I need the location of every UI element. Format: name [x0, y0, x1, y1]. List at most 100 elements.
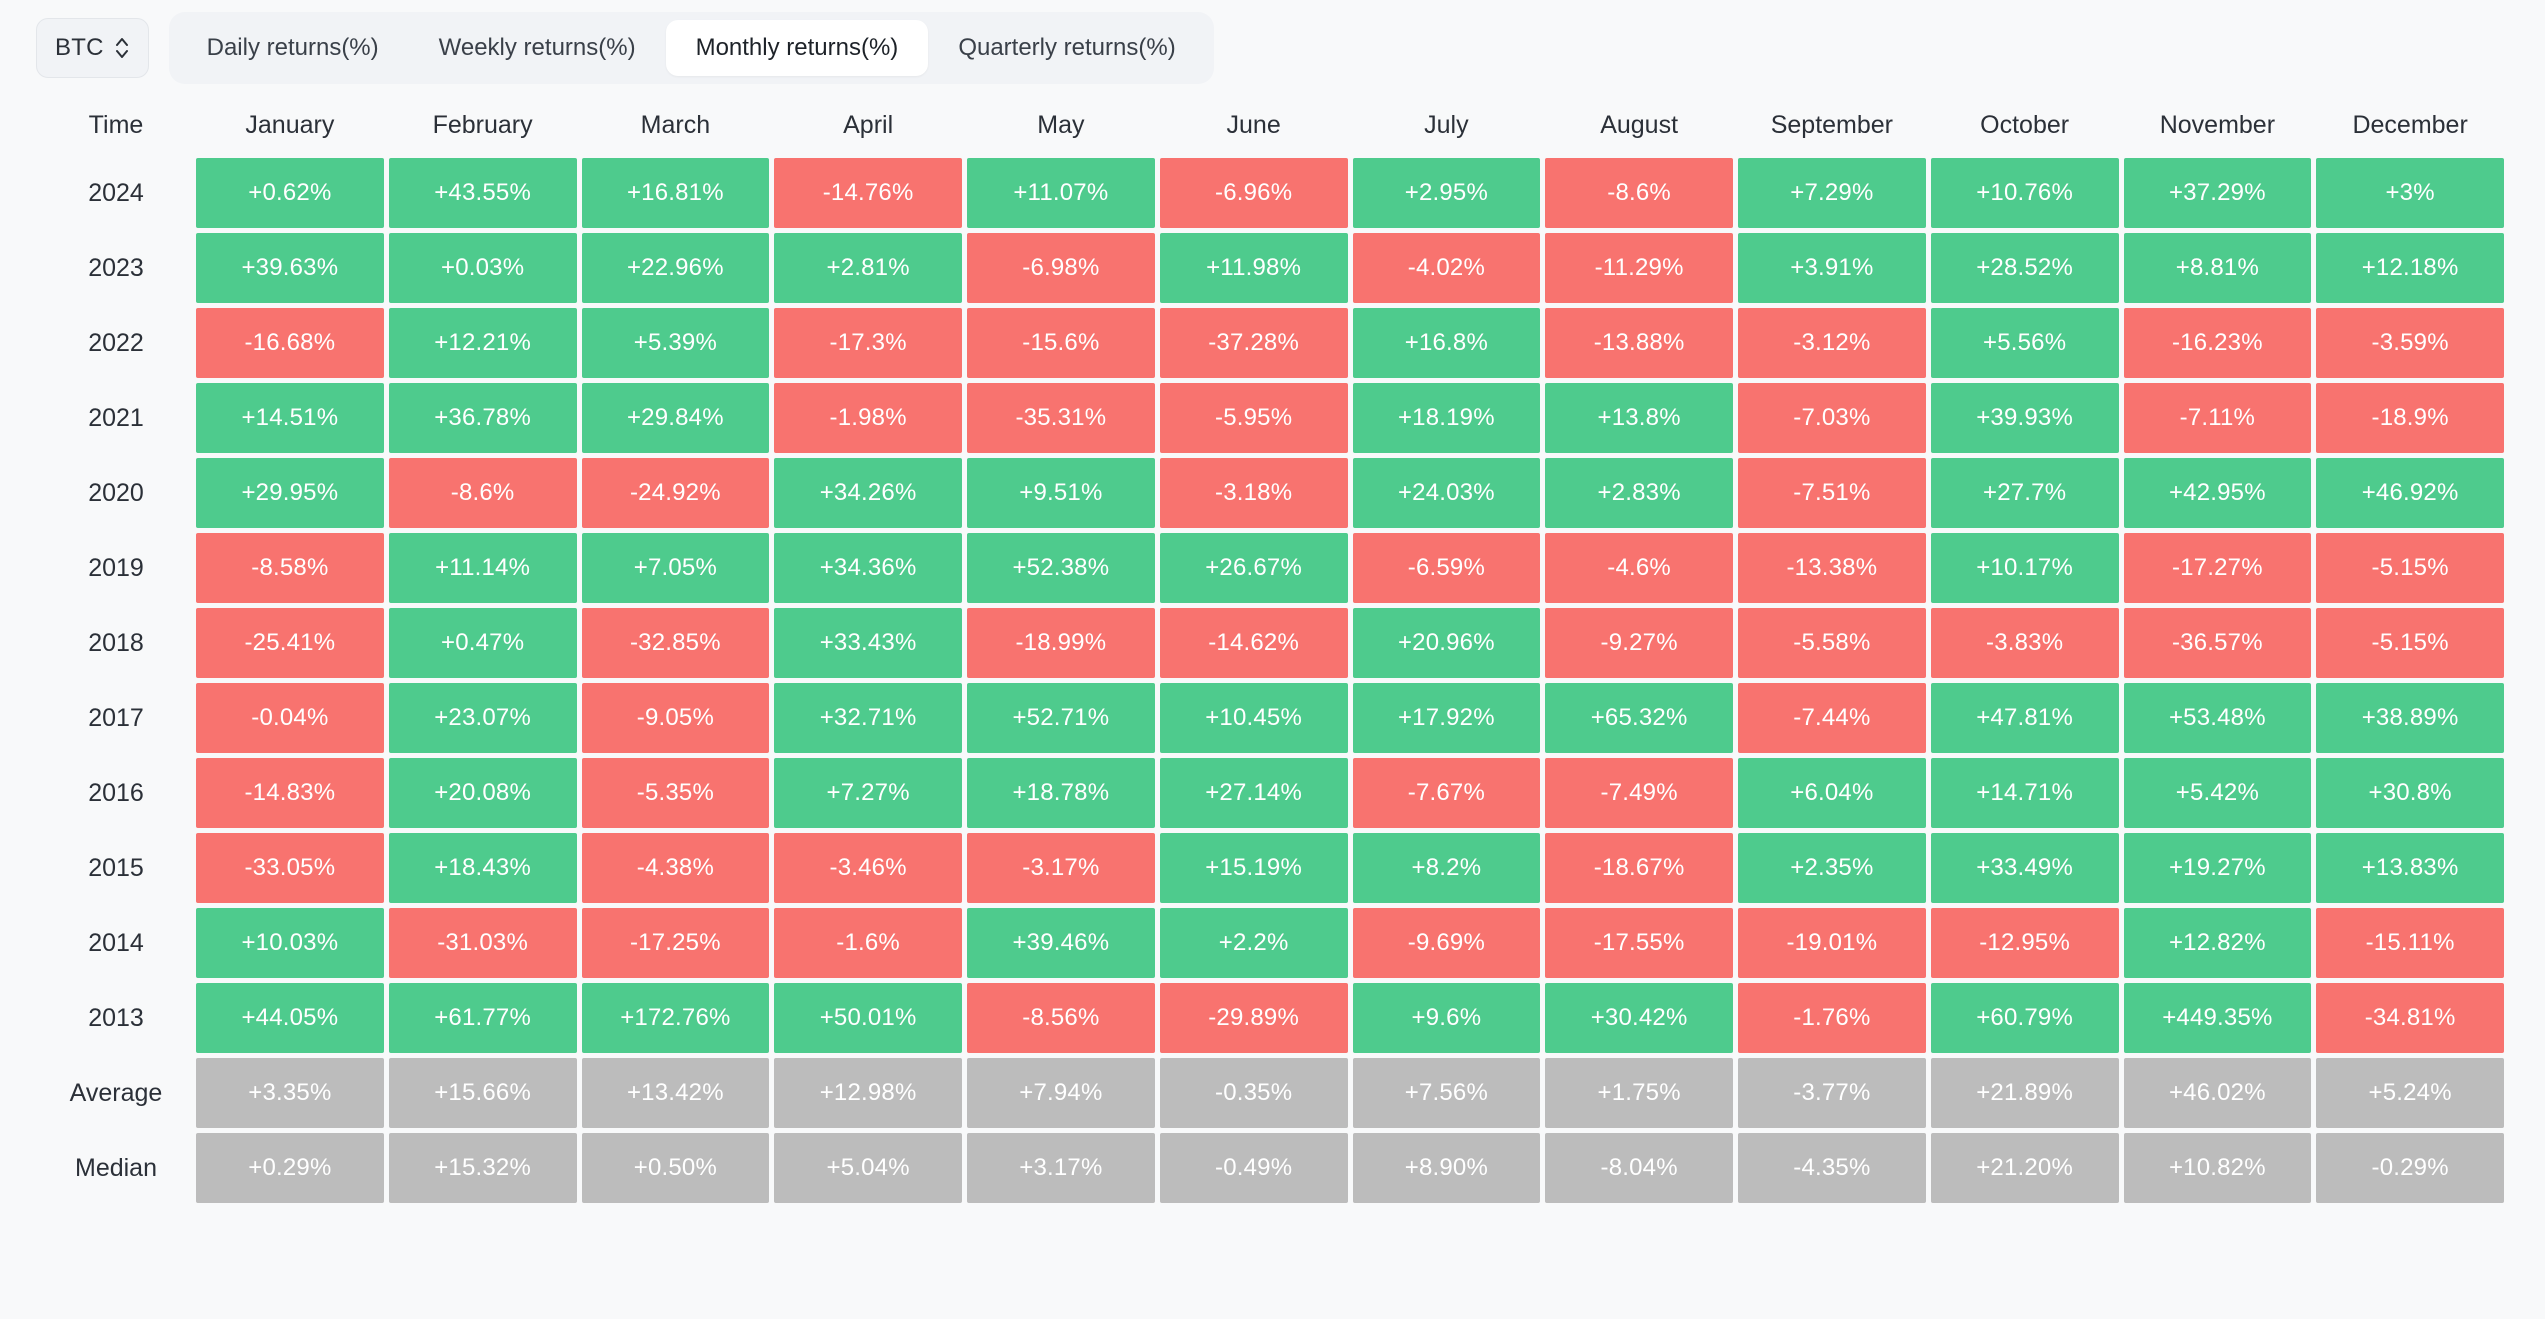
heatmap-cell[interactable]: -7.49%: [1545, 758, 1733, 828]
heatmap-cell[interactable]: +12.98%: [774, 1058, 962, 1128]
heatmap-cell[interactable]: +10.03%: [196, 908, 384, 978]
heatmap-cell[interactable]: -17.3%: [774, 308, 962, 378]
heatmap-cell[interactable]: +18.78%: [967, 758, 1155, 828]
heatmap-cell[interactable]: -9.05%: [581, 683, 770, 753]
heatmap-cell[interactable]: -5.15%: [2316, 608, 2504, 678]
heatmap-cell[interactable]: +5.56%: [1930, 308, 2119, 378]
heatmap-cell[interactable]: +5.42%: [2123, 758, 2312, 828]
heatmap-cell[interactable]: +5.24%: [2316, 1058, 2504, 1128]
heatmap-cell[interactable]: +21.20%: [1930, 1133, 2119, 1203]
heatmap-cell[interactable]: +7.05%: [581, 533, 770, 603]
heatmap-cell[interactable]: +46.92%: [2316, 458, 2504, 528]
heatmap-cell[interactable]: -33.05%: [196, 833, 384, 903]
heatmap-cell[interactable]: -16.23%: [2123, 308, 2312, 378]
heatmap-cell[interactable]: -17.27%: [2123, 533, 2312, 603]
heatmap-cell[interactable]: -3.83%: [1930, 608, 2119, 678]
heatmap-cell[interactable]: -14.83%: [196, 758, 384, 828]
heatmap-cell[interactable]: +11.14%: [388, 533, 577, 603]
heatmap-cell[interactable]: -17.55%: [1545, 908, 1733, 978]
heatmap-cell[interactable]: +0.62%: [196, 158, 384, 228]
heatmap-cell[interactable]: +14.51%: [196, 383, 384, 453]
heatmap-cell[interactable]: -3.46%: [774, 833, 962, 903]
heatmap-cell[interactable]: -6.59%: [1352, 533, 1541, 603]
heatmap-cell[interactable]: -8.56%: [967, 983, 1155, 1053]
heatmap-cell[interactable]: -31.03%: [388, 908, 577, 978]
heatmap-cell[interactable]: +3.17%: [967, 1133, 1155, 1203]
heatmap-cell[interactable]: +53.48%: [2123, 683, 2312, 753]
heatmap-cell[interactable]: -0.35%: [1159, 1058, 1348, 1128]
heatmap-cell[interactable]: +44.05%: [196, 983, 384, 1053]
heatmap-cell[interactable]: -8.6%: [388, 458, 577, 528]
heatmap-cell[interactable]: +3%: [2316, 158, 2504, 228]
heatmap-cell[interactable]: +65.32%: [1545, 683, 1733, 753]
heatmap-cell[interactable]: +18.19%: [1352, 383, 1541, 453]
heatmap-cell[interactable]: +10.82%: [2123, 1133, 2312, 1203]
heatmap-cell[interactable]: -1.98%: [774, 383, 962, 453]
heatmap-cell[interactable]: +32.71%: [774, 683, 962, 753]
heatmap-cell[interactable]: -4.35%: [1738, 1133, 1926, 1203]
heatmap-cell[interactable]: +2.83%: [1545, 458, 1733, 528]
heatmap-cell[interactable]: +6.04%: [1738, 758, 1926, 828]
heatmap-cell[interactable]: +2.81%: [774, 233, 962, 303]
heatmap-cell[interactable]: +0.47%: [388, 608, 577, 678]
heatmap-cell[interactable]: +16.81%: [581, 158, 770, 228]
heatmap-cell[interactable]: -3.17%: [967, 833, 1155, 903]
heatmap-cell[interactable]: -7.03%: [1738, 383, 1926, 453]
heatmap-cell[interactable]: -32.85%: [581, 608, 770, 678]
heatmap-cell[interactable]: -1.6%: [774, 908, 962, 978]
heatmap-cell[interactable]: +2.35%: [1738, 833, 1926, 903]
heatmap-cell[interactable]: +42.95%: [2123, 458, 2312, 528]
heatmap-cell[interactable]: +9.51%: [967, 458, 1155, 528]
heatmap-cell[interactable]: +8.2%: [1352, 833, 1541, 903]
heatmap-cell[interactable]: +30.42%: [1545, 983, 1733, 1053]
heatmap-cell[interactable]: -3.18%: [1159, 458, 1348, 528]
heatmap-cell[interactable]: -3.59%: [2316, 308, 2504, 378]
heatmap-cell[interactable]: +19.27%: [2123, 833, 2312, 903]
heatmap-cell[interactable]: +3.91%: [1738, 233, 1926, 303]
heatmap-cell[interactable]: +15.32%: [388, 1133, 577, 1203]
heatmap-cell[interactable]: -16.68%: [196, 308, 384, 378]
heatmap-cell[interactable]: -15.11%: [2316, 908, 2504, 978]
heatmap-cell[interactable]: +33.49%: [1930, 833, 2119, 903]
heatmap-cell[interactable]: -25.41%: [196, 608, 384, 678]
heatmap-cell[interactable]: +1.75%: [1545, 1058, 1733, 1128]
heatmap-cell[interactable]: +3.35%: [196, 1058, 384, 1128]
heatmap-cell[interactable]: +0.29%: [196, 1133, 384, 1203]
heatmap-cell[interactable]: +28.52%: [1930, 233, 2119, 303]
heatmap-cell[interactable]: -9.69%: [1352, 908, 1541, 978]
heatmap-cell[interactable]: -7.44%: [1738, 683, 1926, 753]
heatmap-cell[interactable]: +7.94%: [967, 1058, 1155, 1128]
heatmap-cell[interactable]: +27.14%: [1159, 758, 1348, 828]
heatmap-cell[interactable]: +12.18%: [2316, 233, 2504, 303]
heatmap-cell[interactable]: -8.04%: [1545, 1133, 1733, 1203]
heatmap-cell[interactable]: -3.12%: [1738, 308, 1926, 378]
heatmap-cell[interactable]: -11.29%: [1545, 233, 1733, 303]
heatmap-cell[interactable]: +9.6%: [1352, 983, 1541, 1053]
heatmap-cell[interactable]: +52.38%: [967, 533, 1155, 603]
heatmap-cell[interactable]: -7.51%: [1738, 458, 1926, 528]
heatmap-cell[interactable]: -18.67%: [1545, 833, 1733, 903]
heatmap-cell[interactable]: +5.39%: [581, 308, 770, 378]
heatmap-cell[interactable]: -4.38%: [581, 833, 770, 903]
heatmap-cell[interactable]: -3.77%: [1738, 1058, 1926, 1128]
heatmap-cell[interactable]: +50.01%: [774, 983, 962, 1053]
heatmap-cell[interactable]: +29.95%: [196, 458, 384, 528]
heatmap-cell[interactable]: +10.17%: [1930, 533, 2119, 603]
heatmap-cell[interactable]: -18.99%: [967, 608, 1155, 678]
heatmap-cell[interactable]: +2.95%: [1352, 158, 1541, 228]
heatmap-cell[interactable]: -37.28%: [1159, 308, 1348, 378]
heatmap-cell[interactable]: +7.56%: [1352, 1058, 1541, 1128]
heatmap-cell[interactable]: +27.7%: [1930, 458, 2119, 528]
heatmap-cell[interactable]: -12.95%: [1930, 908, 2119, 978]
heatmap-cell[interactable]: -1.76%: [1738, 983, 1926, 1053]
heatmap-cell[interactable]: +15.19%: [1159, 833, 1348, 903]
heatmap-cell[interactable]: -4.02%: [1352, 233, 1541, 303]
tab-quarterly-returns[interactable]: Quarterly returns(%): [928, 20, 1205, 76]
heatmap-cell[interactable]: -35.31%: [967, 383, 1155, 453]
heatmap-cell[interactable]: +39.93%: [1930, 383, 2119, 453]
heatmap-cell[interactable]: +2.2%: [1159, 908, 1348, 978]
heatmap-cell[interactable]: +15.66%: [388, 1058, 577, 1128]
heatmap-cell[interactable]: +11.98%: [1159, 233, 1348, 303]
heatmap-cell[interactable]: +449.35%: [2123, 983, 2312, 1053]
heatmap-cell[interactable]: +60.79%: [1930, 983, 2119, 1053]
